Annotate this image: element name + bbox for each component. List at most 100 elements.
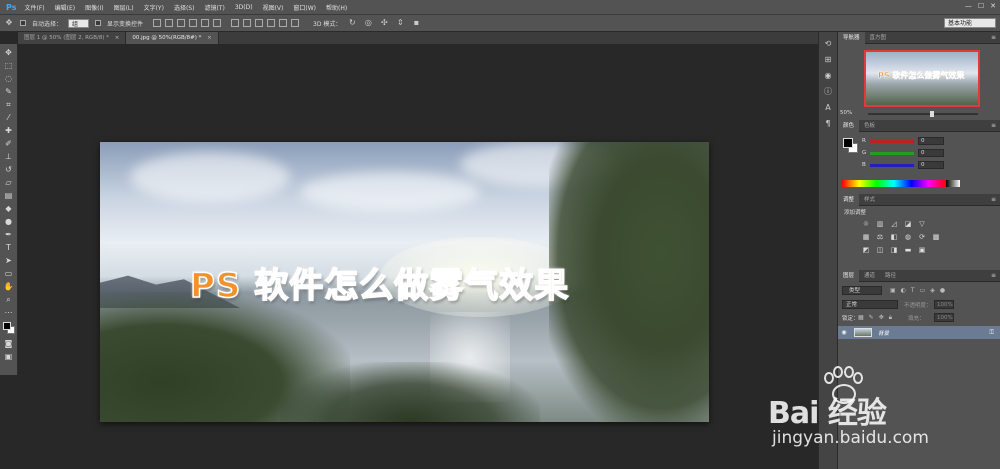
posterize-icon[interactable]: ◫ [874,244,886,256]
paragraph-icon[interactable]: ¶ [821,118,835,130]
red-slider[interactable] [870,139,914,143]
tab-styles[interactable]: 样式 [859,194,880,206]
clone-stamp-icon[interactable]: ⊥ [2,150,16,163]
brightness-icon[interactable]: ☼ [860,218,872,230]
menu-view[interactable]: 视图(V) [263,3,284,12]
rotate-3d-icon[interactable]: ↻ [347,18,357,28]
levels-icon[interactable]: ▥ [874,218,886,230]
history-icon[interactable]: ⟲ [821,38,835,50]
tab-layers[interactable]: 图层 [838,269,860,282]
menu-window[interactable]: 窗口(W) [293,3,316,12]
color-balance-icon[interactable]: ⚖ [874,231,886,243]
exposure-icon[interactable]: ◪ [902,218,914,230]
scale-3d-icon[interactable]: ▪ [411,18,421,28]
layer-row[interactable]: ◉ 背景 ⚿ [838,326,1000,339]
move-tool-icon[interactable]: ✥ [4,18,14,28]
lock-position-icon[interactable]: ✥ [879,314,884,322]
align-left-icon[interactable] [189,19,198,27]
channel-mixer-icon[interactable]: ⟳ [916,231,928,243]
distribute-left-icon[interactable] [267,19,276,27]
gradient-map-icon[interactable]: ▬ [902,244,914,256]
history-brush-icon[interactable]: ↺ [2,163,16,176]
lasso-icon[interactable]: ◌ [2,72,16,85]
close-button[interactable]: ✕ [990,2,996,10]
tab-swatches[interactable]: 色板 [859,120,880,132]
shape-icon[interactable]: ▭ [2,267,16,280]
filter-smart-icon[interactable]: ◈ [930,287,935,294]
align-top-icon[interactable] [153,19,162,27]
brush-icon[interactable]: ✐ [2,137,16,150]
color-swatches[interactable] [2,321,16,337]
visibility-eye-icon[interactable]: ◉ [838,329,850,336]
menu-type[interactable]: 文字(Y) [144,3,164,12]
hue-saturation-icon[interactable]: ▦ [860,231,872,243]
menu-file[interactable]: 文件(F) [24,3,44,12]
filter-adjust-icon[interactable]: ◐ [901,287,906,294]
drag-3d-icon[interactable]: ✣ [379,18,389,28]
filter-type-icon[interactable]: T [911,287,915,294]
dodge-icon[interactable]: ● [2,215,16,228]
lock-transparent-icon[interactable]: ▦ [858,314,864,322]
blue-slider[interactable] [870,163,914,167]
menu-filter[interactable]: 滤镜(T) [204,3,224,12]
photo-filter-icon[interactable]: ◍ [902,231,914,243]
color-spectrum-bw[interactable] [946,180,960,187]
character-icon[interactable]: A [821,102,835,114]
align-vcenter-icon[interactable] [165,19,174,27]
gradient-icon[interactable]: ▤ [2,189,16,202]
invert-icon[interactable]: ◩ [860,244,872,256]
align-bottom-icon[interactable] [177,19,186,27]
color-lookup-icon[interactable]: ▩ [930,231,942,243]
panel-menu-icon[interactable]: ≡ [991,272,996,279]
menu-select[interactable]: 选择(S) [174,3,195,12]
filter-pixel-icon[interactable]: ▣ [890,287,896,294]
marquee-icon[interactable]: ⬚ [2,59,16,72]
quick-select-icon[interactable]: ✎ [2,85,16,98]
filter-toggle-icon[interactable]: ● [940,287,945,294]
lock-all-icon[interactable]: 🔒︎ [889,314,892,322]
menu-3d[interactable]: 3D(D) [235,4,253,11]
menu-layer[interactable]: 图层(L) [114,3,134,12]
foreground-color[interactable] [2,322,11,330]
tab-navigator[interactable]: 导航器 [838,31,865,44]
type-icon[interactable]: T [2,241,16,254]
navigator-thumbnail[interactable]: PS 软件怎么做雾气效果 [864,50,980,107]
move-icon[interactable]: ✥ [2,46,16,59]
menu-image[interactable]: 图像(I) [85,3,103,12]
tab-paths[interactable]: 路径 [880,270,901,282]
blend-mode-dropdown[interactable]: 正常 [842,300,898,309]
roll-3d-icon[interactable]: ◎ [363,18,373,28]
tab-color[interactable]: 颜色 [838,119,860,132]
distribute-right-icon[interactable] [291,19,300,27]
crop-icon[interactable]: ⌗ [2,98,16,111]
lock-pixels-icon[interactable]: ✎ [869,314,874,322]
properties-icon[interactable]: ⊞ [821,54,835,66]
doc-tab-1[interactable]: 图层 1 @ 50% (图层 2, RGB/8) * × [18,32,127,44]
blur-icon[interactable]: ◆ [2,202,16,215]
blue-value[interactable]: 0 [918,161,944,169]
curves-icon[interactable]: ◿ [888,218,900,230]
panel-menu-icon[interactable]: ≡ [991,122,996,129]
camera-icon[interactable]: ◉ [821,70,835,82]
path-select-icon[interactable]: ➤ [2,254,16,267]
auto-select-dropdown[interactable]: 组 [68,18,90,28]
layer-filter-dropdown[interactable]: 类型 [842,286,882,295]
menu-help[interactable]: 帮助(H) [326,3,347,12]
color-foreground[interactable] [843,138,853,148]
filter-shape-icon[interactable]: ▭ [920,287,926,294]
tab-adjustments[interactable]: 调整 [838,193,860,206]
pen-icon[interactable]: ✒ [2,228,16,241]
vibrance-icon[interactable]: ▽ [916,218,928,230]
close-tab-icon[interactable]: × [207,35,212,41]
panel-menu-icon[interactable]: ≡ [991,34,996,41]
green-slider[interactable] [870,151,914,155]
auto-select-checkbox[interactable] [20,20,26,26]
panel-menu-icon[interactable]: ≡ [991,196,996,203]
color-spectrum[interactable] [842,180,946,187]
eraser-icon[interactable]: ▱ [2,176,16,189]
fill-input[interactable]: 100% [934,313,954,322]
menu-edit[interactable]: 编辑(E) [55,3,75,12]
distribute-hcenter-icon[interactable] [279,19,288,27]
quick-mask-icon[interactable]: ◙ [2,337,16,350]
slide-3d-icon[interactable]: ⇕ [395,18,405,28]
